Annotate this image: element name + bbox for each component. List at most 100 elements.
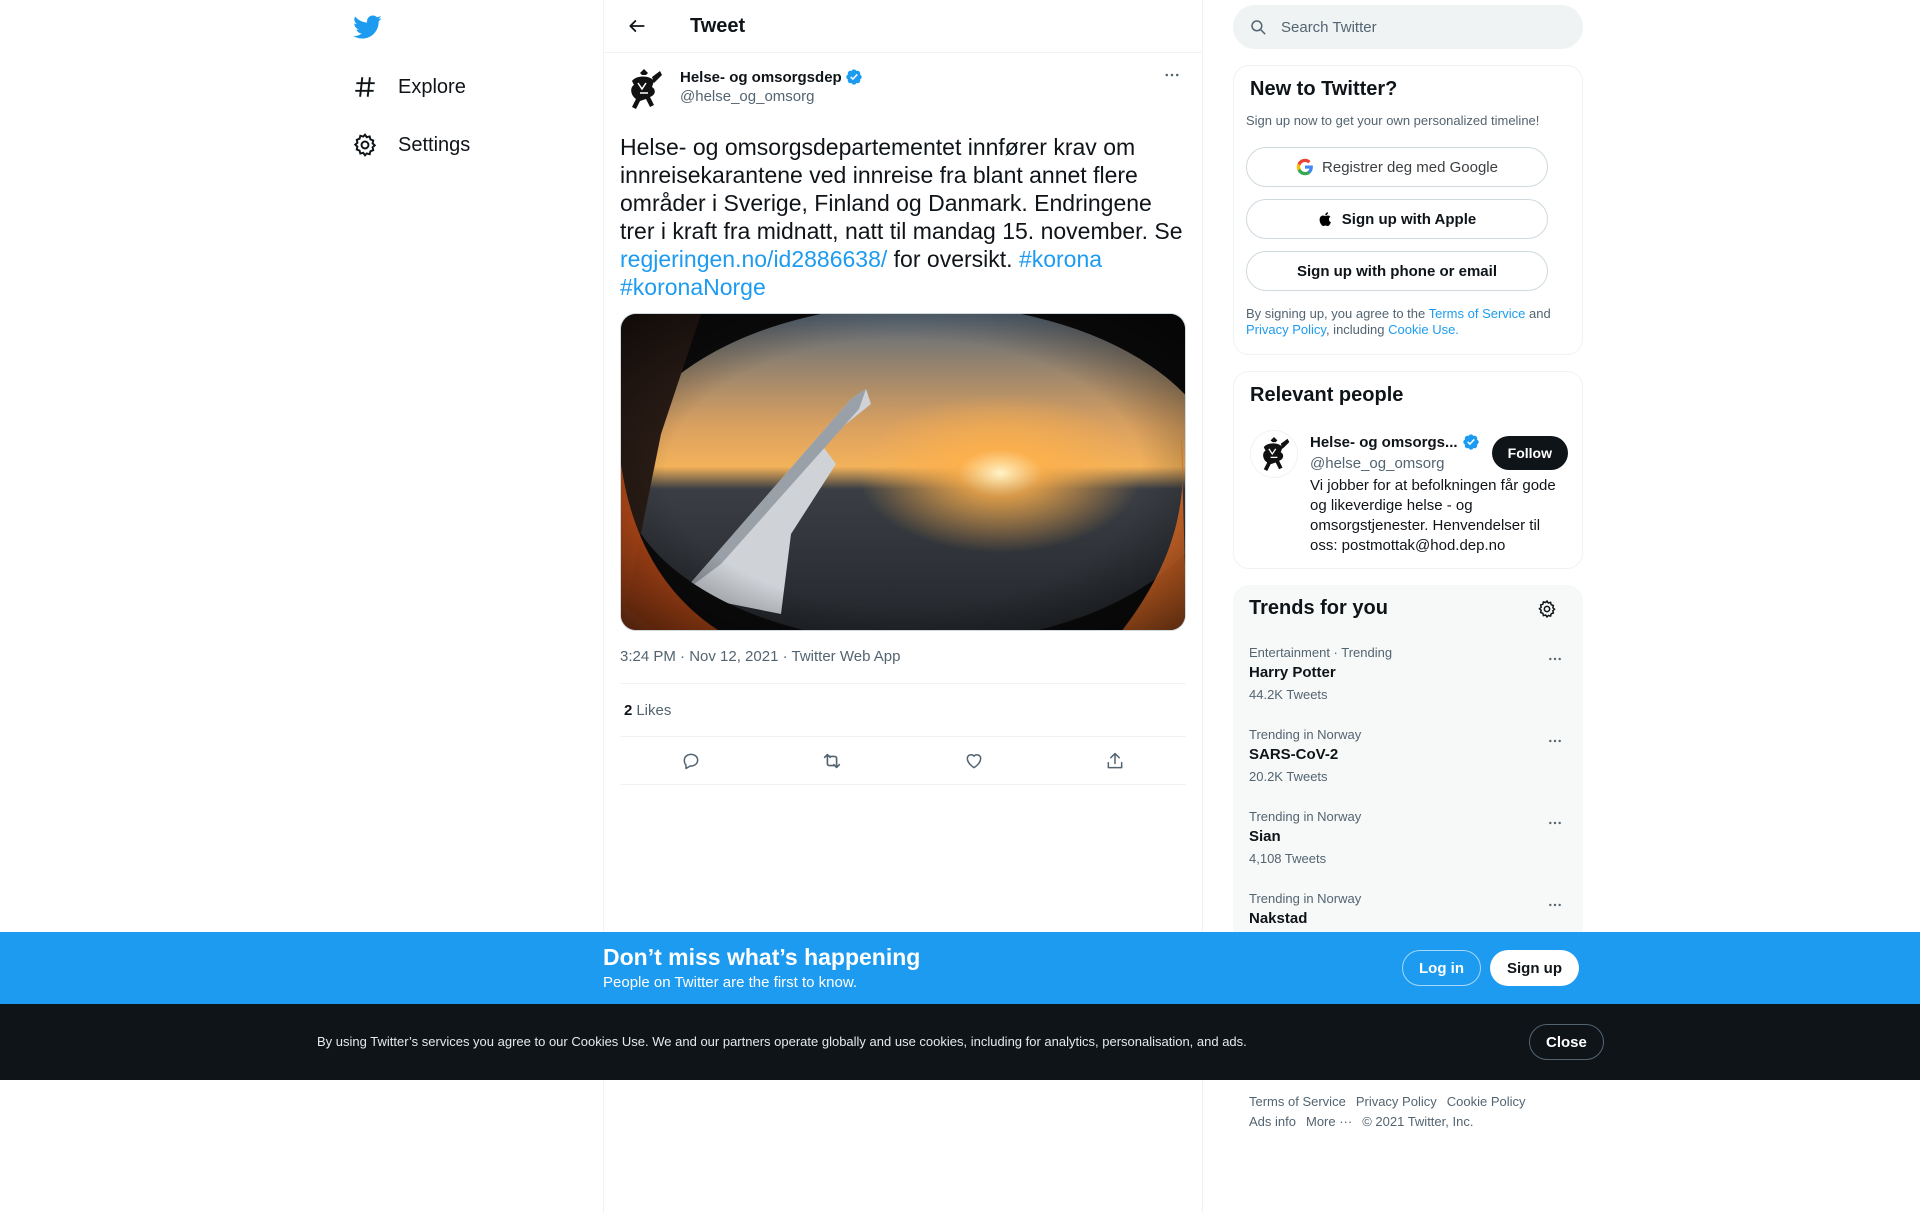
tweet-source[interactable]: Twitter Web App (792, 648, 901, 665)
trend-item[interactable]: Trending in Norway SARS-CoV-2 20.2K Twee… (1249, 727, 1567, 809)
nav-explore[interactable]: Explore (352, 67, 466, 107)
phone-email-signup-button[interactable]: Sign up with phone or email (1246, 251, 1548, 291)
person-bio: Vi jobber for at befolkningen får gode o… (1310, 477, 1556, 554)
tweet-stats[interactable]: 2 Likes (620, 684, 1186, 737)
trend-item[interactable]: Entertainment · Trending Harry Potter 44… (1249, 645, 1567, 727)
hashtag-koronanorge[interactable]: #koronaNorge (620, 274, 766, 300)
google-icon (1296, 158, 1314, 176)
footer-ads-link[interactable]: Ads info (1249, 1114, 1296, 1129)
footer-cookie-link[interactable]: Cookie Policy (1447, 1094, 1526, 1109)
arrow-left-icon (629, 20, 645, 32)
legal-text-1: By signing up, you agree to the (1246, 306, 1429, 321)
trend-item[interactable]: Trending in Norway Sian 4,108 Tweets (1249, 809, 1567, 891)
search-box[interactable] (1233, 5, 1583, 49)
page-title: Tweet (690, 14, 746, 37)
verified-badge-icon (845, 68, 863, 86)
author-name-row[interactable]: Helse- og omsorgsdep (680, 68, 863, 86)
avatar[interactable] (1250, 430, 1298, 478)
tweet: Helse- og omsorgsdep @helse_og_omsorg He… (604, 53, 1202, 785)
trend-context: Entertainment · Trending (1249, 645, 1393, 660)
trend-name: SARS-CoV-2 (1249, 746, 1339, 763)
tweet-media-image[interactable] (620, 313, 1186, 631)
hashtag-icon (352, 74, 378, 100)
tweet-actions (620, 737, 1186, 785)
apple-signup-button[interactable]: Sign up with Apple (1246, 199, 1548, 239)
follow-button[interactable]: Follow (1491, 436, 1568, 470)
verified-badge-icon (1462, 433, 1480, 451)
trend-context: Trending in Norway (1249, 891, 1362, 906)
apple-signup-label: Sign up with Apple (1341, 210, 1477, 228)
signup-legal-text: By signing up, you agree to the Terms of… (1246, 306, 1566, 338)
more-horizontal-icon[interactable] (1543, 729, 1567, 753)
cookie-consent-bar: By using Twitter’s services you agree to… (0, 1004, 1920, 1080)
tweet-text-part-1: Helse- og omsorgsdepartementet innfører … (620, 134, 1183, 244)
trend-name: Sian (1249, 828, 1281, 845)
tweet-meta: 3:24 PM · Nov 12, 2021 · Twitter Web App (620, 646, 1186, 684)
trend-count: 44.2K Tweets (1249, 687, 1328, 702)
author-handle[interactable]: @helse_og_omsorg (680, 88, 863, 105)
cookie-close-button[interactable]: Close (1529, 1024, 1604, 1060)
norwegian-coat-of-arms-icon (631, 69, 662, 109)
twitter-bird-icon[interactable] (352, 12, 384, 44)
back-button[interactable] (620, 9, 654, 43)
trend-context: Trending in Norway (1249, 809, 1362, 824)
new-to-twitter-subtitle: Sign up now to get your own personalized… (1246, 113, 1540, 128)
hashtag-korona[interactable]: #korona (1019, 246, 1102, 272)
google-signup-button[interactable]: Registrer deg med Google (1246, 147, 1548, 187)
more-horizontal-icon[interactable] (1543, 811, 1567, 835)
signup-banner: Don’t miss what’s happening People on Tw… (0, 932, 1920, 1004)
new-to-twitter-card: New to Twitter? Sign up now to get your … (1233, 65, 1583, 355)
avatar[interactable] (620, 65, 668, 113)
retweet-icon (824, 753, 841, 768)
tweet-more-button[interactable] (1158, 61, 1186, 89)
privacy-policy-link[interactable]: Privacy Policy (1246, 322, 1326, 337)
nav-explore-label: Explore (398, 75, 466, 98)
terms-of-service-link[interactable]: Terms of Service (1429, 306, 1526, 321)
login-button[interactable]: Log in (1402, 950, 1481, 986)
trend-name: Harry Potter (1249, 664, 1336, 681)
more-horizontal-icon (1165, 73, 1179, 77)
tweet-text-part-2: for oversikt. (887, 246, 1019, 272)
footer-terms-link[interactable]: Terms of Service (1249, 1094, 1346, 1109)
trends-card: Trends for you Entertainment · Trending … (1233, 585, 1583, 985)
trend-count: 4,108 Tweets (1249, 851, 1327, 866)
cookie-text: By using Twitter’s services you agree to… (317, 1034, 1247, 1049)
author-names: Helse- og omsorgsdep @helse_og_omsorg (680, 65, 863, 105)
cookie-use-link[interactable]: Cookie Use. (1388, 322, 1459, 337)
heart-icon (966, 753, 982, 768)
tweet-author-row: Helse- og omsorgsdep @helse_og_omsorg (620, 65, 1186, 117)
legal-text-3: , including (1325, 322, 1389, 337)
trend-context: Trending in Norway (1249, 727, 1362, 742)
trend-count: 20.2K Tweets (1249, 769, 1328, 784)
meta-separator: · (778, 648, 792, 665)
search-icon (1251, 20, 1266, 35)
airplane-window-sunset-photo (621, 314, 1185, 630)
tweet-link[interactable]: regjeringen.no/id2886638/ (620, 246, 887, 272)
footer-links: Terms of Service Privacy Policy Cookie Pol… (1249, 1092, 1579, 1132)
tweet-timestamp[interactable]: 3:24 PM · Nov 12, 2021 (620, 648, 778, 665)
more-horizontal-icon[interactable] (1543, 647, 1567, 671)
retweet-button[interactable] (814, 743, 850, 779)
like-button[interactable] (956, 743, 992, 779)
legal-text-2: and (1525, 306, 1551, 321)
nav-settings[interactable]: Settings (352, 125, 470, 165)
person-handle[interactable]: @helse_og_omsorg (1310, 455, 1444, 472)
person-name: Helse- og omsorgs... (1310, 433, 1458, 451)
footer-privacy-link[interactable]: Privacy Policy (1356, 1094, 1437, 1109)
author-name: Helse- og omsorgsdep (680, 68, 842, 86)
gear-icon (352, 132, 378, 158)
banner-subtitle: People on Twitter are the first to know. (603, 974, 858, 991)
trends-settings-gear-icon[interactable] (1537, 599, 1559, 621)
google-signup-label: Registrer deg med Google (1322, 158, 1498, 176)
more-horizontal-icon[interactable] (1543, 893, 1567, 917)
reply-button[interactable] (673, 743, 709, 779)
likes-label: Likes (636, 701, 672, 719)
new-to-twitter-title: New to Twitter? (1250, 78, 1398, 100)
footer-more-link[interactable]: More ··· (1306, 1114, 1352, 1129)
person-name-row[interactable]: Helse- og omsorgs... (1310, 433, 1480, 451)
norwegian-coat-of-arms-icon (1263, 437, 1290, 471)
signup-button[interactable]: Sign up (1490, 950, 1579, 986)
share-button[interactable] (1097, 743, 1133, 779)
search-input[interactable] (1281, 18, 1541, 36)
main-header: Tweet (604, 0, 1202, 53)
